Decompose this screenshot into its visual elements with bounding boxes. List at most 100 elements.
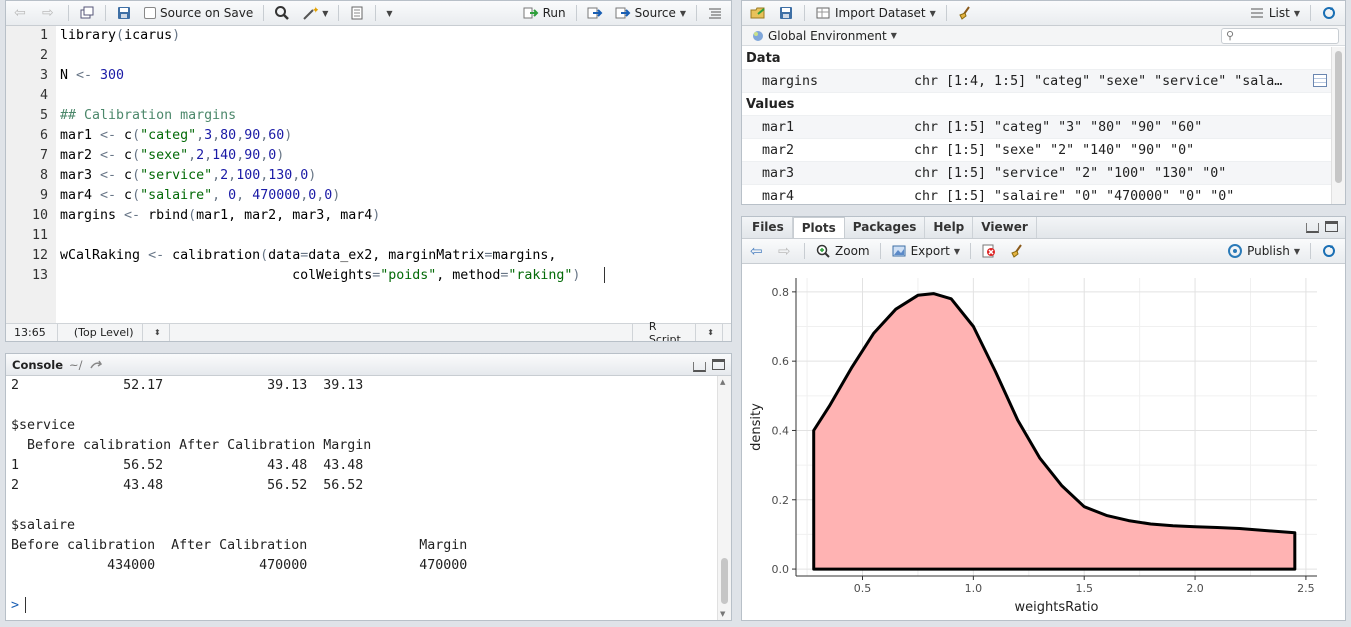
back-button[interactable]: ⇦ (10, 3, 34, 23)
code-line[interactable]: 7 mar2 <- c("sexe",2,140,90,0) (6, 146, 731, 166)
environment-row[interactable]: mar4 chr [1:5] "salaire" "0" "470000" "0"… (742, 185, 1331, 204)
code-token: <- (148, 248, 165, 263)
line-number: 13 (31, 268, 48, 283)
code-token: <- (124, 208, 141, 223)
remove-plot-button[interactable] (977, 241, 1001, 261)
console-scrollbar[interactable]: ▲ ▼ (717, 376, 731, 620)
view-mode-selector[interactable]: List ▼ (1245, 3, 1304, 23)
code-token: ( (132, 168, 141, 183)
source-button[interactable]: Source ▼ (611, 3, 690, 23)
document-outline-button[interactable] (703, 3, 727, 23)
plots-toolbar: ⇦ ⇨ Zoom Export ▼ Publish ▼ (742, 239, 1345, 264)
rerun-button[interactable] (583, 3, 607, 23)
code-line[interactable]: 8 mar3 <- c("service",2,100,130,0) (6, 166, 731, 186)
import-dataset-button[interactable]: Import Dataset ▼ (811, 3, 940, 23)
code-line[interactable]: 13 colWeights="poids", method="raking") (6, 266, 731, 286)
maximize-icon[interactable] (1325, 221, 1338, 232)
code-line[interactable]: 2 (6, 46, 731, 66)
clear-plots-button[interactable] (1005, 241, 1029, 261)
console-path: ~/ (69, 357, 83, 372)
source-on-save-checkbox[interactable] (144, 7, 156, 19)
search-icon: ⚲ (1226, 29, 1235, 42)
code-line[interactable]: 4 (6, 86, 731, 106)
code-line[interactable]: 1 library(icarus) (6, 26, 731, 46)
tab-files[interactable]: Files (744, 217, 793, 238)
source-on-save-toggle[interactable]: Source on Save (140, 3, 257, 23)
tab-plots[interactable]: Plots (792, 217, 845, 238)
toolbar-divider (575, 5, 577, 21)
environment-search-input[interactable]: ⚲ (1221, 27, 1339, 44)
code-text: mar1 <- c("categ",3,80,90,60) (60, 126, 292, 146)
code-tools-button[interactable]: ✦▼ (298, 3, 332, 23)
code-token: <- (100, 168, 117, 183)
scroll-down-icon[interactable]: ▼ (720, 610, 725, 618)
console-line: 434000 470000 470000 (11, 558, 468, 573)
minimize-icon[interactable] (693, 361, 706, 372)
arrow-left-icon: ⇦ (750, 242, 763, 260)
environment-scope-selector[interactable]: Global Environment ▼ (748, 27, 901, 45)
load-workspace-button[interactable] (746, 3, 770, 23)
toolbar-divider (696, 5, 697, 21)
code-line[interactable]: 5 ## Calibration margins (6, 106, 731, 126)
code-line[interactable]: 3N <- 300 (6, 66, 731, 86)
environment-scroll-thumb[interactable] (1335, 51, 1342, 183)
refresh-button[interactable] (1317, 3, 1341, 23)
go-to-directory-icon[interactable] (89, 358, 103, 372)
save-workspace-button[interactable] (774, 3, 798, 23)
code-token: mar2 (60, 148, 101, 163)
minimize-icon[interactable] (1306, 223, 1319, 233)
export-button[interactable]: Export ▼ (887, 241, 964, 261)
environment-row[interactable]: mar3 chr [1:5] "service" "2" "100" "130" … (742, 162, 1331, 185)
maximize-icon[interactable] (712, 359, 725, 370)
zoom-icon (815, 243, 831, 259)
save-button[interactable] (112, 3, 136, 23)
environment-row[interactable]: margins chr [1:4, 1:5] "categ" "sexe" "se… (742, 70, 1331, 93)
code-line[interactable]: 6 mar1 <- c("categ",3,80,90,60) (6, 126, 731, 146)
compile-report-button[interactable] (345, 3, 369, 23)
code-line[interactable]: 12 wCalRaking <- calibration(data=data_ex… (6, 246, 731, 266)
zoom-button[interactable]: Zoom (811, 241, 874, 261)
environment-row[interactable]: mar1 chr [1:5] "categ" "3" "80" "90" "60" (742, 116, 1331, 139)
previous-plot-button[interactable]: ⇦ (746, 241, 770, 261)
find-replace-button[interactable] (270, 3, 294, 23)
environment-scrollbar[interactable] (1331, 47, 1345, 204)
magic-wand-icon: ✦ (302, 5, 320, 21)
filetype-selector[interactable]: R Script ⬍ (633, 320, 731, 341)
run-arrow-icon (523, 5, 539, 21)
console-scroll-thumb[interactable] (721, 558, 728, 604)
chevron-down-icon: ▼ (890, 31, 897, 40)
tab-help[interactable]: Help (925, 217, 974, 238)
more-options-button[interactable]: ▼ (382, 3, 396, 23)
tab-viewer[interactable]: Viewer (973, 217, 1037, 238)
show-in-window-button[interactable] (75, 3, 99, 23)
clear-workspace-button[interactable] (953, 3, 977, 23)
code-text: N <- 300 (60, 66, 124, 86)
code-token: "sexe" (140, 148, 189, 163)
console-prompt[interactable]: > (11, 596, 27, 616)
r-environment-icon (752, 30, 764, 42)
refresh-plot-button[interactable] (1317, 241, 1341, 261)
forward-button[interactable]: ⇨ (38, 3, 62, 23)
tab-packages[interactable]: Packages (845, 217, 926, 238)
variable-value: chr [1:5] "salaire" "0" "470000" "0" "0" (914, 189, 1235, 204)
list-icon (1249, 5, 1265, 21)
code-editor[interactable]: 1 library(icarus) 2 3 N <- 300 4 5 ## Calibrati… (6, 26, 731, 323)
code-line[interactable]: 9 mar4 <- c("salaire", 0, 470000,0,0) (6, 186, 731, 206)
code-line[interactable]: 10 margins <- rbind(mar1, mar2, mar3, mar… (6, 206, 731, 226)
code-token: , (196, 128, 205, 143)
console-output[interactable]: 2 52.17 39.13 39.13 $service Before calib… (6, 376, 717, 620)
run-button[interactable]: Run (519, 3, 570, 23)
search-icon (274, 5, 290, 21)
next-plot-button[interactable]: ⇨ (774, 241, 798, 261)
filetype-label: R Script (641, 320, 696, 341)
line-number: 11 (31, 228, 48, 243)
view-table-icon[interactable] (1313, 74, 1327, 87)
code-text: mar3 <- c("service",2,100,130,0) (60, 166, 316, 186)
code-line[interactable]: 11 (6, 226, 731, 246)
scroll-up-icon[interactable]: ▲ (720, 378, 725, 386)
code-token: ) (308, 168, 317, 183)
environment-row[interactable]: mar2 chr [1:5] "sexe" "2" "140" "90" "0" (742, 139, 1331, 162)
code-token: 140 (212, 148, 237, 163)
scope-selector[interactable]: (Top Level) ⬍ (58, 324, 633, 341)
publish-button[interactable]: Publish ▼ (1223, 241, 1304, 261)
